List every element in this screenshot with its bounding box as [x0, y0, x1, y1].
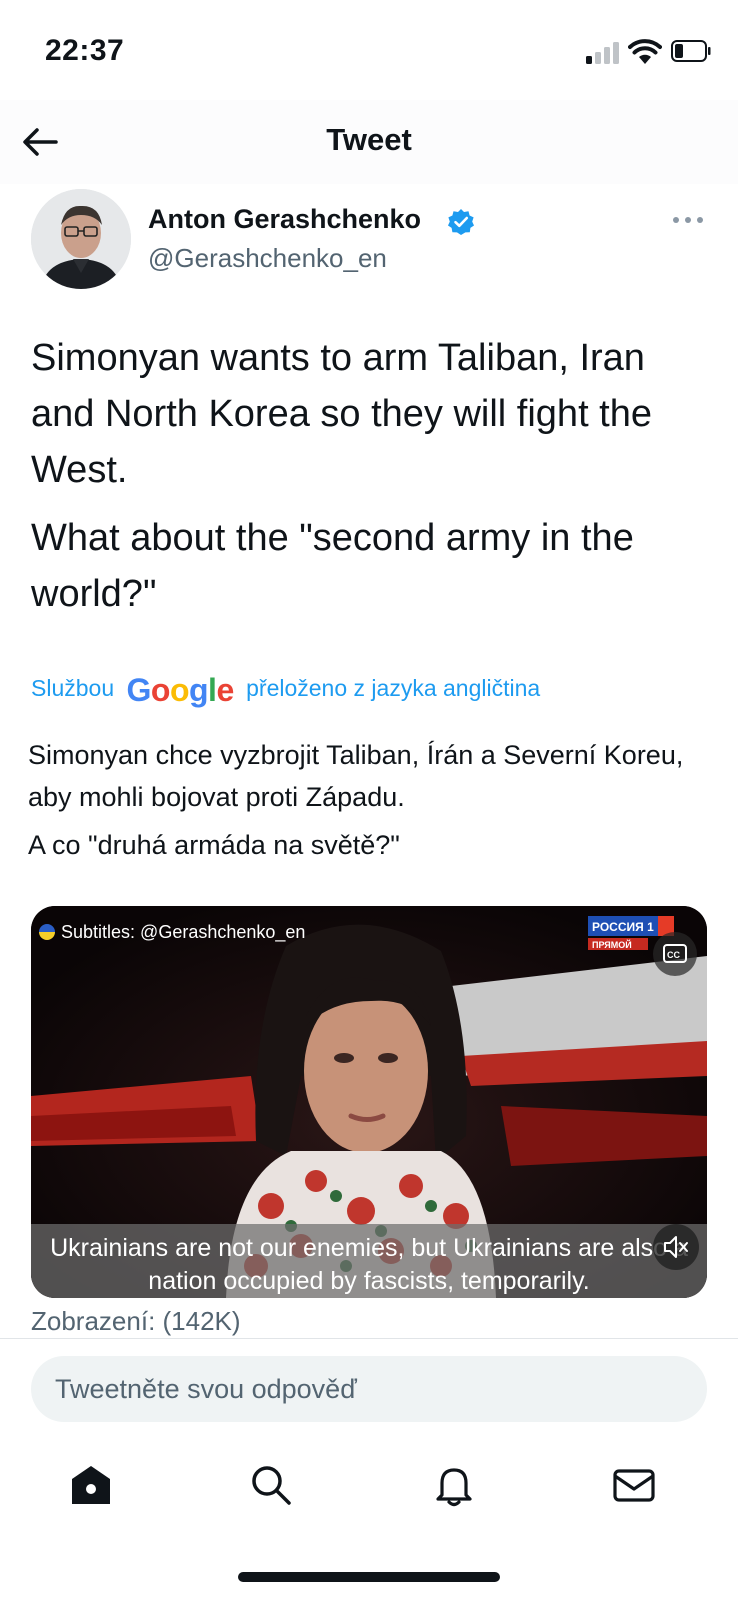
- bell-icon[interactable]: [431, 1462, 477, 1508]
- cellular-signal-icon: [586, 40, 620, 64]
- mail-icon[interactable]: [611, 1462, 657, 1508]
- video-player[interactable]: Subtitles: @Gerashchenko_en РОССИЯ 1 ПРЯ…: [31, 906, 707, 1298]
- author-handle[interactable]: @Gerashchenko_en: [148, 243, 387, 274]
- tweet-paragraph: What about the "second army in the world…: [31, 517, 634, 615]
- home-icon[interactable]: [68, 1462, 114, 1508]
- wifi-icon: [628, 39, 662, 64]
- svg-text:РОССИЯ 1: РОССИЯ 1: [592, 920, 654, 934]
- status-time: 22:37: [45, 34, 125, 67]
- avatar[interactable]: [31, 189, 131, 289]
- google-logo: Google: [126, 672, 235, 708]
- view-count: Zobrazení: (142K): [31, 1306, 241, 1336]
- home-indicator[interactable]: [238, 1572, 500, 1582]
- svg-text:ПРЯМОЙ: ПРЯМОЙ: [592, 939, 632, 950]
- closed-captions-button[interactable]: CC: [653, 932, 697, 976]
- translated-text: Simonyan chce vyzbrojit Taliban, Írán a …: [28, 734, 708, 872]
- translation-attribution[interactable]: Službou Google přeloženo z jazyka anglič…: [31, 672, 540, 709]
- svg-text:CC: CC: [667, 950, 680, 960]
- translation-prefix: Službou: [31, 675, 115, 701]
- tweet-paragraph: Simonyan wants to arm Taliban, Iran and …: [31, 337, 653, 491]
- reply-placeholder: Tweetněte svou odpověď: [55, 1374, 357, 1404]
- search-icon[interactable]: [248, 1462, 294, 1508]
- translation-suffix: přeloženo z jazyka angličtina: [246, 675, 541, 701]
- battery-icon: [671, 40, 711, 62]
- mute-button[interactable]: [653, 1224, 699, 1270]
- tweet-text: Simonyan wants to arm Taliban, Iran and …: [31, 330, 711, 634]
- closed-captions-icon: CC: [663, 944, 687, 963]
- translated-paragraph: A co "druhá armáda na světě?": [28, 830, 400, 860]
- speaker-muted-icon: [664, 1236, 688, 1258]
- more-options-icon[interactable]: [670, 208, 706, 232]
- page-title: Tweet: [326, 122, 412, 157]
- ukraine-flag-icon: [39, 924, 55, 940]
- verified-badge-icon: [448, 209, 474, 235]
- translated-paragraph: Simonyan chce vyzbrojit Taliban, Írán a …: [28, 740, 684, 812]
- video-subtitle: Ukrainians are not our enemies, but Ukra…: [50, 1234, 688, 1295]
- author-name[interactable]: Anton Gerashchenko: [148, 204, 421, 235]
- subtitle-credit: Subtitles: @Gerashchenko_en: [39, 922, 305, 943]
